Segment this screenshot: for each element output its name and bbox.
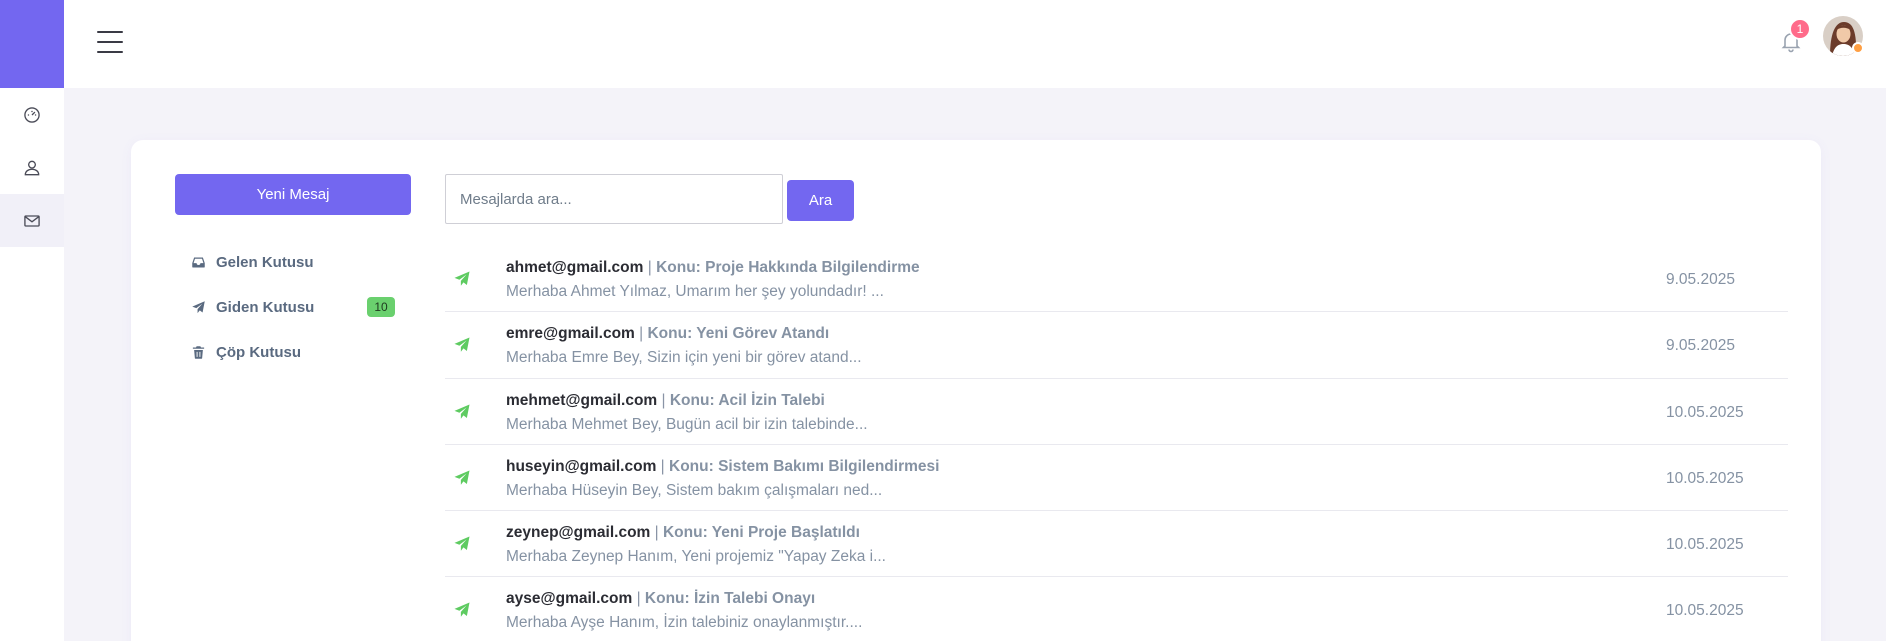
rail-item-dashboard[interactable]	[0, 88, 64, 141]
rail-item-mail[interactable]	[0, 194, 64, 247]
folder-label: Çöp Kutusu	[216, 344, 301, 361]
message-subject: Konu: Acil İzin Talebi	[669, 391, 825, 409]
message-subject: Konu: Yeni Proje Başlatıldı	[662, 524, 860, 542]
message-separator: |	[650, 524, 663, 542]
message-date: 10.05.2025	[1666, 602, 1744, 620]
message-sender: ayse@gmail.com	[506, 590, 633, 608]
message-row[interactable]: emre@gmail.com | Konu: Yeni Görev Atandı…	[445, 312, 1788, 379]
brand-logo[interactable]	[0, 0, 64, 88]
message-preview: Merhaba Ahmet Yılmaz, Umarım her şey yol…	[506, 283, 884, 300]
message-row[interactable]: huseyin@gmail.com | Konu: Sistem Bakımı …	[445, 445, 1788, 512]
message-preview: Merhaba Hüseyin Bey, Sistem bakım çalışm…	[506, 481, 883, 499]
search-input[interactable]	[445, 174, 783, 224]
message-date: 10.05.2025	[1666, 469, 1744, 487]
side-rail	[0, 0, 64, 641]
message-date: 9.05.2025	[1666, 271, 1735, 288]
trash-icon	[192, 346, 205, 359]
message-preview: Merhaba Mehmet Bey, Bugün acil bir izin …	[506, 415, 868, 433]
message-subject: Konu: İzin Talebi Onayı	[644, 590, 816, 608]
folder-list: Gelen Kutusu Giden Kutusu 10 Çöp Kutusu	[175, 240, 411, 375]
message-row[interactable]: ayse@gmail.com | Konu: İzin Talebi Onayı…	[445, 577, 1788, 641]
mail-card: Yeni Mesaj Gelen Kutusu Giden Kutusu 10 …	[131, 140, 1821, 641]
message-sender: mehmet@gmail.com	[506, 391, 658, 409]
message-header: zeynep@gmail.com | Konu: Yeni Proje Başl…	[506, 524, 860, 542]
message-row[interactable]: mehmet@gmail.com | Konu: Acil İzin Taleb…	[445, 379, 1788, 445]
folder-sent[interactable]: Giden Kutusu 10	[175, 285, 411, 330]
message-separator: |	[634, 325, 648, 343]
folder-trash[interactable]: Çöp Kutusu	[175, 330, 411, 375]
message-header: emre@gmail.com | Konu: Yeni Görev Atandı	[506, 325, 829, 343]
message-separator: |	[643, 259, 657, 276]
sent-icon	[454, 404, 470, 419]
message-sender: ahmet@gmail.com	[506, 259, 644, 276]
search-button[interactable]: Ara	[787, 180, 854, 221]
message-date: 10.05.2025	[1666, 536, 1744, 554]
message-preview: Merhaba Emre Bey, Sizin için yeni bir gö…	[506, 349, 862, 367]
message-header: ayse@gmail.com | Konu: İzin Talebi Onayı	[506, 590, 815, 608]
sent-icon	[454, 271, 470, 286]
menu-toggle-icon[interactable]	[97, 31, 123, 53]
message-header: huseyin@gmail.com | Konu: Sistem Bakımı …	[506, 458, 939, 476]
message-separator: |	[656, 457, 669, 475]
message-header: ahmet@gmail.com | Konu: Proje Hakkında B…	[506, 259, 920, 277]
message-separator: |	[657, 391, 670, 409]
sent-icon	[454, 337, 470, 353]
message-sender: emre@gmail.com	[506, 325, 635, 343]
message-list: ahmet@gmail.com | Konu: Proje Hakkında B…	[445, 246, 1788, 641]
status-dot	[1852, 42, 1864, 54]
rail-item-users[interactable]	[0, 141, 64, 194]
mail-icon	[24, 214, 40, 227]
speedometer-icon	[24, 106, 40, 123]
notification-badge: 1	[1789, 18, 1811, 40]
new-message-button[interactable]: Yeni Mesaj	[175, 174, 411, 215]
message-header: mehmet@gmail.com | Konu: Acil İzin Taleb…	[506, 392, 825, 410]
message-sender: zeynep@gmail.com	[506, 524, 651, 542]
folder-count-badge: 10	[367, 297, 395, 317]
message-preview: Merhaba Ayşe Hanım, İzin talebiniz onayl…	[506, 614, 863, 632]
folder-label: Gelen Kutusu	[216, 254, 314, 271]
user-icon	[24, 160, 40, 175]
message-row[interactable]: zeynep@gmail.com | Konu: Yeni Proje Başl…	[445, 511, 1788, 578]
inbox-icon	[192, 257, 205, 268]
sent-icon	[454, 602, 470, 618]
message-subject: Konu: Yeni Görev Atandı	[647, 325, 830, 343]
sent-icon	[454, 536, 470, 551]
message-date: 10.05.2025	[1666, 403, 1744, 421]
message-separator: |	[632, 590, 645, 608]
message-subject: Konu: Proje Hakkında Bilgilendirme	[656, 259, 920, 276]
message-sender: huseyin@gmail.com	[506, 457, 657, 475]
message-preview: Merhaba Zeynep Hanım, Yeni projemiz "Yap…	[506, 548, 886, 566]
top-bar: 1	[64, 0, 1886, 88]
send-icon	[192, 301, 205, 314]
message-date: 9.05.2025	[1666, 337, 1735, 355]
folder-label: Giden Kutusu	[216, 299, 315, 316]
message-subject: Konu: Sistem Bakımı Bilgilendirmesi	[669, 457, 940, 475]
folder-inbox[interactable]: Gelen Kutusu	[175, 240, 411, 285]
message-row[interactable]: ahmet@gmail.com | Konu: Proje Hakkında B…	[445, 246, 1788, 313]
sent-icon	[454, 470, 470, 485]
